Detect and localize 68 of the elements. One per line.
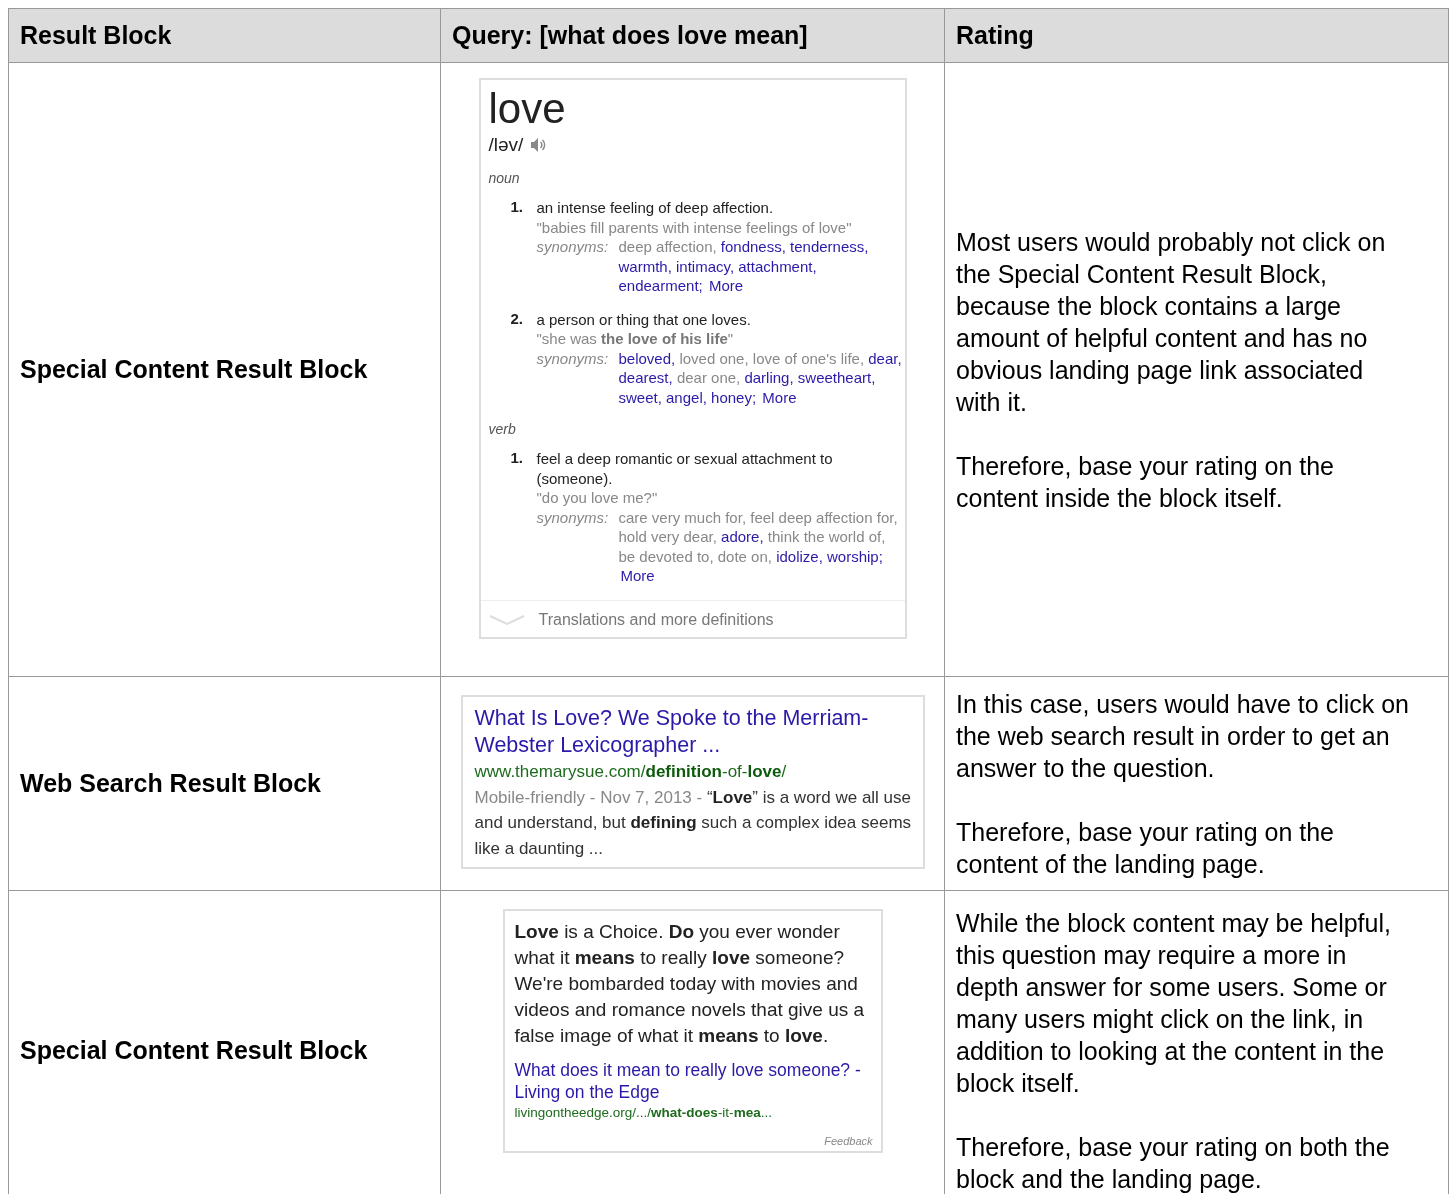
synonym-link[interactable]: attachment,	[738, 257, 817, 275]
sense-number: 2.	[510, 309, 524, 329]
synonyms-label: synonyms:	[536, 348, 610, 369]
synonyms-label: synonyms:	[536, 237, 610, 257]
example-sentence: "do you love me?"	[536, 488, 659, 508]
pronunciation: /ləv/	[488, 134, 524, 156]
synonym-link[interactable]: tenderness,	[790, 238, 869, 255]
synonym-link[interactable]: honey;	[711, 388, 757, 406]
synonym-link[interactable]: adore,	[721, 528, 764, 545]
column-header: Query: [what does love mean]	[441, 9, 945, 63]
column-header: Rating	[945, 9, 1449, 63]
more-link[interactable]: More	[708, 277, 744, 294]
rating-paragraph: Most users would probably not click on the Special Content Result Block, because the block contains a large amount of helpful content and has no obvious landing page link associated with it.	[956, 226, 1387, 418]
part-of-speech: noun	[488, 170, 521, 186]
synonym: deep affection,	[618, 238, 717, 255]
sense-number: 1.	[510, 449, 524, 468]
definition: feel a deep romantic or sexual attachment to (someone).	[536, 449, 834, 488]
synonym: love of one's life,	[752, 349, 865, 367]
result-title-link[interactable]: What does it mean to really love someone? - Living on the Edge	[514, 1059, 873, 1103]
more-definitions-link[interactable]: Translations and more definitions	[538, 610, 774, 629]
synonym: be devoted to,	[618, 547, 714, 565]
chevron-down-icon	[488, 613, 525, 626]
example-sentence: "babies fill parents with intense feelings of love"	[536, 217, 853, 237]
headword: love	[488, 86, 567, 132]
synonym-link[interactable]: worship;	[827, 547, 883, 565]
synonym-link[interactable]: angel,	[666, 388, 707, 406]
synonym: dear one,	[676, 369, 741, 386]
synonym-link[interactable]: fondness,	[720, 238, 786, 255]
example-sentence: "she was the love of his life"	[536, 329, 735, 349]
synonym-link[interactable]: beloved,	[618, 349, 676, 367]
row-label: Special Content Result Block	[20, 355, 368, 384]
rating-paragraph: While the block content may be helpful, this question may require a more in depth answer for some users. Some or many users might click on the link, in addition to looking at the content in the block itself.	[956, 907, 1392, 1099]
result-snippet: Mobile-friendly - Nov 7, 2013 - “Love” is a word we all use and understand, but defining such a complex idea seems like a daunting ...	[474, 786, 913, 860]
synonym: feel deep affection for,	[750, 508, 898, 526]
result-title-link[interactable]: What Is Love? We Spoke to the Merriam-Webster Lexicographer ...	[474, 705, 915, 759]
column-header: Result Block	[9, 9, 441, 63]
more-link[interactable]: More	[762, 388, 797, 406]
rating-paragraph: In this case, users would have to click on the web search result in order to get an answer to the question.	[956, 688, 1410, 784]
definition: a person or thing that one loves.	[536, 309, 752, 329]
synonym: dote on,	[717, 547, 772, 565]
feedback-link[interactable]: Feedback	[824, 1135, 873, 1147]
synonym-link[interactable]: intimacy,	[676, 257, 735, 275]
sense-number: 1.	[510, 198, 524, 217]
synonym: care very much for,	[618, 508, 747, 526]
synonym-link[interactable]: sweetheart,	[797, 369, 876, 386]
synonym-link[interactable]: sweet,	[618, 388, 662, 406]
result-url: www.themarysue.com/definition-of-love/	[474, 761, 788, 783]
synonyms-label: synonyms:	[536, 507, 610, 528]
synonym-link[interactable]: dear,	[868, 349, 902, 367]
synonym: loved one,	[679, 349, 749, 367]
rating-paragraph: Therefore, base your rating on both the block and the landing page.	[956, 1131, 1391, 1194]
rating-paragraph: Therefore, base your rating on the content of the landing page.	[956, 816, 1335, 880]
synonym-link[interactable]: endearment;	[618, 277, 703, 294]
definition: an intense feeling of deep affection.	[536, 198, 775, 218]
synonym-link[interactable]: darling,	[744, 369, 794, 386]
speaker-icon[interactable]	[529, 137, 548, 153]
rating-paragraph: Therefore, base your rating on the content inside the block itself.	[956, 450, 1335, 514]
synonym: hold very dear,	[618, 528, 717, 545]
more-link[interactable]: More	[620, 567, 655, 584]
synonym-link[interactable]: dearest,	[618, 369, 673, 386]
part-of-speech: verb	[488, 421, 517, 437]
snippet-text: Love is a Choice. Do you ever wonder what it means to really love someone? We're bombarded today with movies and videos and romance novels that give us a false image of what it means to love.	[514, 920, 866, 1048]
synonym-link[interactable]: warmth,	[618, 257, 672, 275]
row-label: Web Search Result Block	[20, 769, 322, 798]
row-label: Special Content Result Block	[20, 1036, 368, 1065]
result-url: livingontheedge.org/.../what-does-it-mea...	[514, 1104, 773, 1122]
synonym-link[interactable]: idolize,	[776, 547, 823, 565]
synonym: think the world of,	[767, 528, 886, 545]
